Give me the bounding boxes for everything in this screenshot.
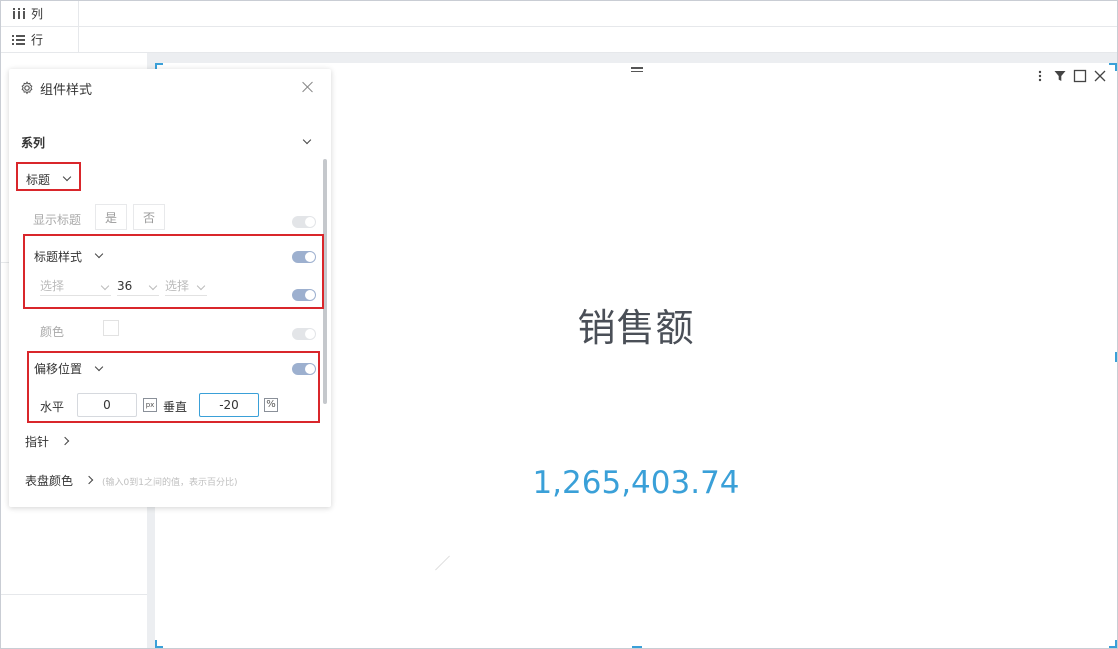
font-size-select-value: 36	[117, 278, 133, 293]
resize-handle-bottom-right[interactable]	[1109, 640, 1117, 648]
rows-row: 行	[1, 27, 1117, 53]
chevron-down-icon	[196, 281, 206, 290]
font-style-select-value: 选择	[165, 279, 190, 293]
close-widget-icon[interactable]	[1093, 69, 1107, 83]
font-style-toggle[interactable]	[292, 289, 316, 301]
percent-unit-icon[interactable]: %	[264, 398, 278, 412]
rows-label: 行	[31, 33, 44, 47]
drag-handle-icon[interactable]	[631, 67, 643, 74]
columns-shelf[interactable]: 列	[1, 1, 79, 26]
dial-color-section-label[interactable]: 表盘颜色	[25, 472, 73, 489]
vertical-offset-input[interactable]: -20	[199, 393, 259, 417]
font-style-select[interactable]: 选择	[165, 276, 207, 296]
series-section-label[interactable]: 系列	[21, 134, 45, 151]
color-label: 颜色	[40, 325, 65, 339]
panel-header: 组件样式	[9, 69, 331, 107]
vertical-label: 垂直	[163, 400, 188, 414]
list-icon	[12, 34, 25, 45]
columns-row: 列	[1, 1, 1117, 27]
columns-label: 列	[31, 7, 44, 21]
gear-icon	[21, 81, 33, 95]
dial-color-hint: (输入0到1之间的值，表示百分比)	[102, 478, 238, 488]
title-style-toggle[interactable]	[292, 251, 316, 263]
maximize-icon[interactable]	[1073, 69, 1087, 83]
font-family-select[interactable]: 选择	[40, 276, 111, 296]
color-swatch[interactable]	[103, 320, 119, 336]
pointer-section-label[interactable]: 指针	[25, 433, 49, 450]
resize-handle-bottom-left[interactable]	[155, 640, 163, 648]
chevron-right-icon[interactable]	[84, 475, 94, 485]
splitter-horizontal	[155, 53, 1117, 63]
component-style-panel: 组件样式 系列 标题 显示标题 是 否 标题样式 选择 36 选择 颜色 偏移位…	[9, 69, 331, 507]
color-toggle[interactable]	[292, 328, 316, 340]
more-vertical-icon[interactable]	[1033, 69, 1047, 83]
show-title-yes-button[interactable]: 是	[95, 204, 127, 230]
title-style-label[interactable]: 标题样式	[34, 248, 82, 265]
chevron-down-icon[interactable]	[302, 135, 312, 145]
offset-position-toggle[interactable]	[292, 363, 316, 375]
offset-position-label[interactable]: 偏移位置	[34, 360, 82, 377]
show-title-toggle[interactable]	[292, 216, 316, 228]
title-section-label[interactable]: 标题	[26, 171, 50, 188]
title-style-highlight	[23, 234, 324, 309]
close-icon[interactable]	[301, 80, 315, 94]
filter-icon[interactable]	[1053, 69, 1067, 83]
resize-handle-top-right[interactable]	[1109, 63, 1117, 71]
chevron-down-icon	[100, 281, 110, 290]
columns-icon	[13, 8, 25, 19]
resize-handle-right[interactable]	[1115, 352, 1117, 362]
rows-shelf[interactable]: 行	[1, 27, 79, 52]
chevron-right-icon[interactable]	[60, 436, 70, 446]
horizontal-offset-input[interactable]: 0	[77, 393, 137, 417]
show-title-label: 显示标题	[33, 213, 82, 227]
show-title-no-button[interactable]: 否	[133, 204, 165, 230]
widget-toolbar	[1033, 69, 1107, 83]
px-unit-icon[interactable]: px	[143, 398, 157, 412]
resize-handle-bottom[interactable]	[632, 646, 642, 648]
panel-title: 组件样式	[40, 82, 93, 98]
font-family-select-value: 选择	[40, 279, 65, 293]
horizontal-label: 水平	[40, 400, 65, 414]
chevron-down-icon	[148, 281, 158, 290]
gauge-needle	[435, 555, 450, 571]
font-size-select[interactable]: 36	[117, 276, 159, 296]
